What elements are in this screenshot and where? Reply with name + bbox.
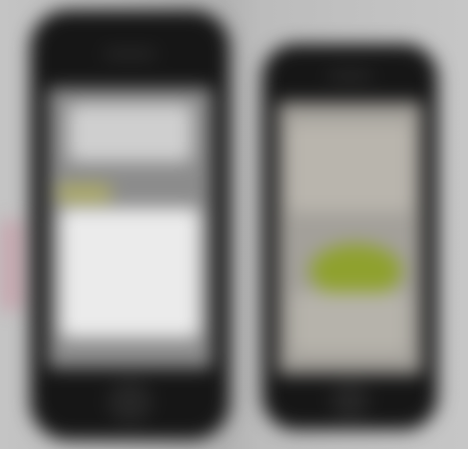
screen-bottom-panel	[292, 292, 408, 354]
smartphone-left	[30, 10, 230, 440]
pink-edge-accent	[0, 220, 22, 310]
blurred-photo	[0, 0, 468, 449]
home-button	[331, 382, 369, 420]
screen-top-panel	[68, 104, 192, 162]
speaker-grille	[104, 50, 156, 58]
phone-screen	[48, 88, 212, 368]
speaker-grille	[328, 72, 372, 80]
home-button	[108, 380, 152, 424]
phone-screen	[278, 102, 422, 374]
green-accent-strip	[56, 184, 112, 202]
smartphone-right	[262, 44, 438, 430]
screen-white-panel	[60, 208, 200, 338]
blur-layer	[0, 0, 468, 449]
green-screen-element	[310, 244, 402, 298]
screen-top-panel	[288, 122, 412, 212]
